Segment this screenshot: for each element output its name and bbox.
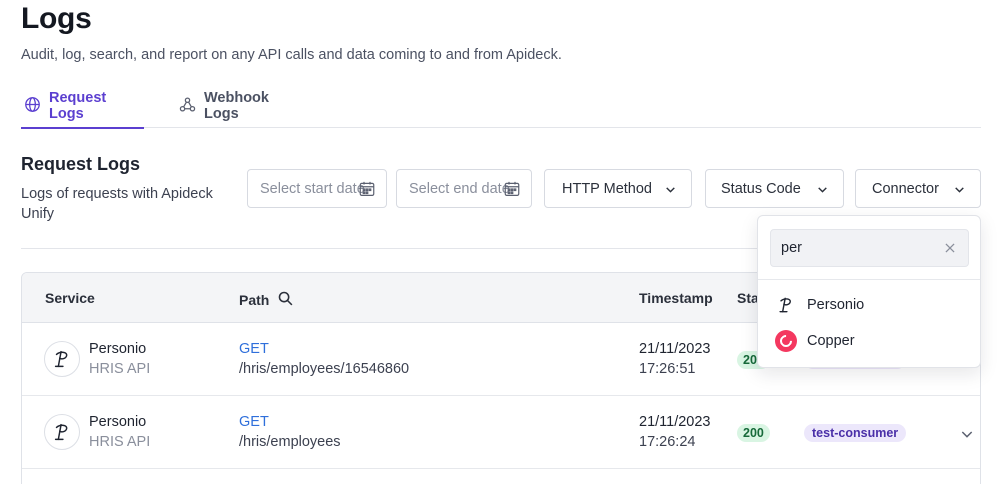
status-badge: 200 bbox=[737, 424, 770, 442]
start-date-picker[interactable] bbox=[247, 169, 387, 208]
http-method: GET bbox=[239, 341, 269, 357]
calendar-icon bbox=[503, 180, 521, 202]
timestamp-date: 21/11/2023 bbox=[639, 341, 711, 357]
http-method: GET bbox=[239, 414, 269, 430]
option-label: Personio bbox=[807, 297, 865, 313]
tab-bar: Request Logs Webhook Logs bbox=[21, 84, 981, 129]
status-code-select[interactable]: Status Code bbox=[705, 169, 844, 208]
request-path: /hris/employees bbox=[239, 434, 341, 450]
service-name: Personio bbox=[89, 414, 147, 430]
close-icon[interactable] bbox=[943, 241, 957, 260]
consumer-badge: test-consumer bbox=[804, 424, 907, 442]
path-header-label: Path bbox=[239, 292, 270, 308]
column-header-service: Service bbox=[45, 290, 95, 306]
http-method-select[interactable]: HTTP Method bbox=[544, 169, 692, 208]
service-name: Personio bbox=[89, 341, 147, 357]
http-method-label: HTTP Method bbox=[562, 180, 652, 197]
section-title: Request Logs bbox=[21, 154, 141, 174]
dropdown-divider bbox=[758, 279, 980, 280]
connector-dropdown: Personio Copper bbox=[757, 215, 981, 368]
end-date-picker[interactable] bbox=[396, 169, 532, 208]
section-description: Logs of requests with Apideck Unify bbox=[21, 186, 213, 222]
tab-webhook-logs[interactable]: Webhook Logs bbox=[178, 84, 303, 128]
connector-label: Connector bbox=[872, 180, 939, 197]
tab-label: Webhook Logs bbox=[204, 90, 269, 122]
connector-select[interactable]: Connector bbox=[855, 169, 981, 208]
connector-search-input[interactable] bbox=[771, 230, 931, 266]
personio-logo-icon bbox=[44, 341, 80, 377]
timestamp-time: 17:26:51 bbox=[639, 361, 696, 377]
column-header-timestamp: Timestamp bbox=[639, 290, 713, 306]
connector-option-copper[interactable]: Copper bbox=[758, 324, 980, 358]
calendar-icon bbox=[358, 180, 376, 202]
personio-logo-icon bbox=[775, 294, 797, 316]
request-path: /hris/employees/16546860 bbox=[239, 361, 410, 377]
timestamp-date: 21/11/2023 bbox=[639, 414, 711, 430]
page-title: Logs bbox=[21, 2, 92, 35]
tab-label: Request Logs bbox=[49, 90, 107, 122]
column-header-path: Path bbox=[239, 290, 294, 310]
expand-row-chevron-icon[interactable] bbox=[959, 426, 975, 447]
chevron-down-icon bbox=[664, 183, 677, 200]
connector-search-field[interactable] bbox=[770, 229, 969, 267]
copper-logo-icon bbox=[775, 330, 797, 352]
chevron-down-icon bbox=[816, 183, 829, 200]
status-code-label: Status Code bbox=[721, 180, 801, 197]
service-api: HRIS API bbox=[89, 361, 151, 377]
option-label: Copper bbox=[807, 333, 855, 349]
webhook-icon bbox=[179, 96, 196, 117]
chevron-down-icon bbox=[953, 183, 966, 200]
search-icon[interactable] bbox=[277, 290, 294, 310]
service-api: HRIS API bbox=[89, 434, 151, 450]
globe-icon bbox=[24, 96, 41, 117]
tab-request-logs[interactable]: Request Logs bbox=[21, 84, 144, 129]
table-row[interactable]: Personio HRIS API GET /hris/employees 21… bbox=[22, 396, 980, 469]
page-subtitle: Audit, log, search, and report on any AP… bbox=[21, 47, 562, 63]
personio-logo-icon bbox=[44, 414, 80, 450]
timestamp-time: 17:26:24 bbox=[639, 434, 696, 450]
connector-option-personio[interactable]: Personio bbox=[758, 288, 980, 322]
